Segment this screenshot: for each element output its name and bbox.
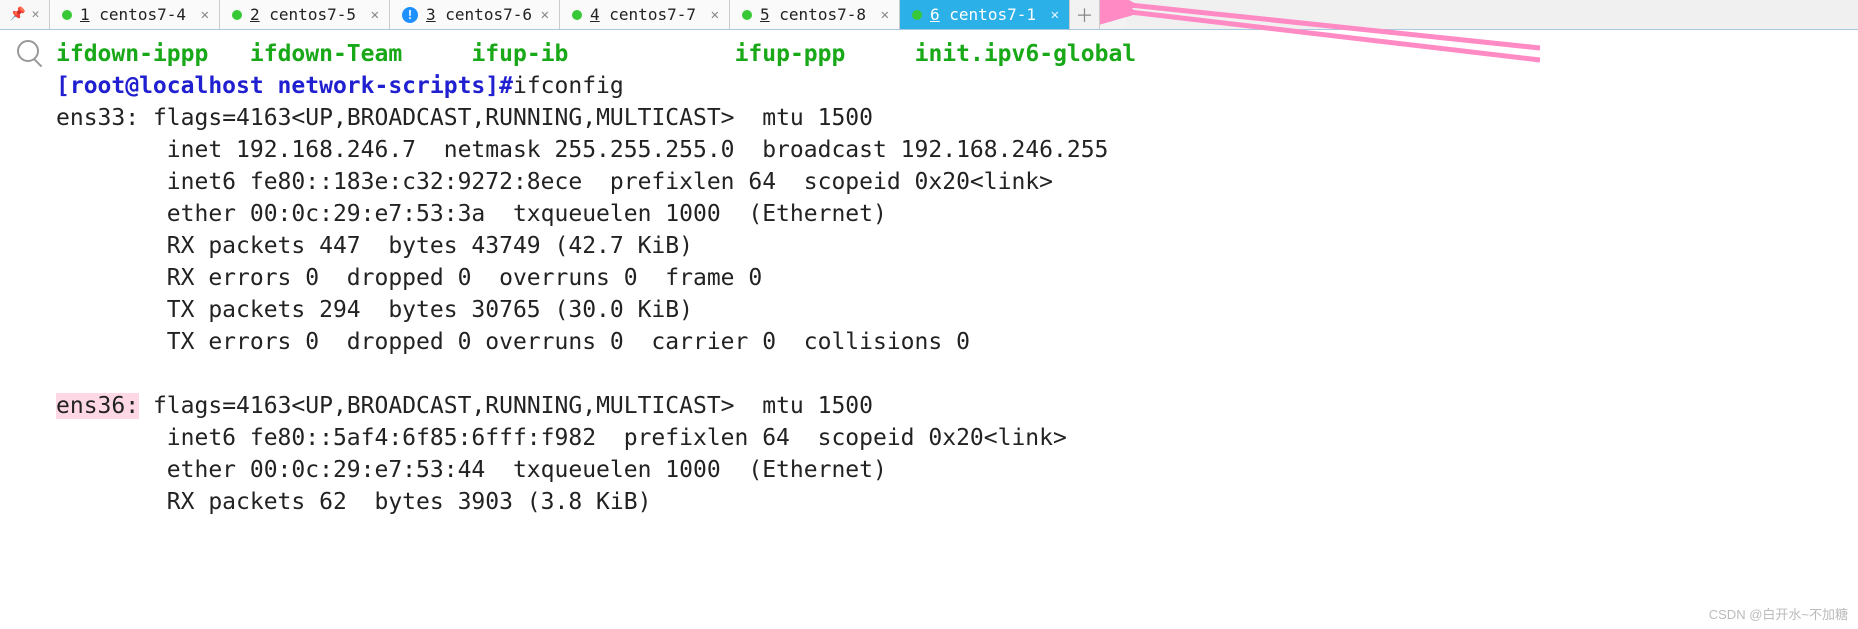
iface-line: RX packets 62 bytes 3903 (3.8 KiB) [167, 489, 652, 515]
tab-bar: 📌 ✕ 1 centos7-4 ✕ 2 centos7-5 ✕ ! 3 cent… [0, 0, 1858, 30]
status-dot-icon [572, 10, 582, 20]
tab-label: 1 centos7-4 [80, 5, 193, 24]
tab-centos7-1[interactable]: 6 centos7-1 ✕ [900, 0, 1070, 29]
close-icon[interactable]: ✕ [201, 7, 209, 23]
iface-line: ether 00:0c:29:e7:53:3a txqueuelen 1000 … [167, 201, 887, 227]
tab-centos7-8[interactable]: 5 centos7-8 ✕ [730, 0, 900, 29]
iface-line: inet 192.168.246.7 netmask 255.255.255.0… [167, 137, 1109, 163]
terminal-output[interactable]: ifdown-ippp ifdown-Team ifup-ib ifup-ppp… [56, 30, 1858, 629]
ls-entry: ifup-ib [471, 41, 568, 67]
close-icon[interactable]: ✕ [881, 7, 889, 23]
tab-label: 6 centos7-1 [930, 5, 1043, 24]
tab-centos7-6[interactable]: ! 3 centos7-6 ✕ [390, 0, 560, 29]
pin-icon: 📌 [9, 7, 25, 22]
tab-label: 4 centos7-7 [590, 5, 703, 24]
terminal-area: ifdown-ippp ifdown-Team ifup-ib ifup-ppp… [0, 30, 1858, 629]
tab-centos7-7[interactable]: 4 centos7-7 ✕ [560, 0, 730, 29]
iface-line: TX errors 0 dropped 0 overruns 0 carrier… [167, 329, 970, 355]
gutter [0, 30, 56, 629]
status-dot-icon [232, 10, 242, 20]
search-icon[interactable] [17, 40, 39, 62]
new-tab-button[interactable]: ＋ [1070, 0, 1100, 29]
tab-label: 3 centos7-6 [426, 5, 533, 24]
close-icon[interactable]: ✕ [371, 7, 379, 23]
ls-entry: init.ipv6-global [915, 41, 1137, 67]
iface-line: ether 00:0c:29:e7:53:44 txqueuelen 1000 … [167, 457, 887, 483]
iface-line: inet6 fe80::5af4:6f85:6fff:f982 prefixle… [167, 425, 1067, 451]
tab-centos7-4[interactable]: 1 centos7-4 ✕ [50, 0, 220, 29]
ls-entry: ifup-ppp [735, 41, 846, 67]
tab-label: 5 centos7-8 [760, 5, 873, 24]
shell-prompt: [root@localhost network-scripts]# [56, 73, 513, 99]
tab-dropdown-icon[interactable]: ▾ [1100, 0, 1126, 29]
iface-line: inet6 fe80::183e:c32:9272:8ece prefixlen… [167, 169, 1053, 195]
status-dot-icon [62, 10, 72, 20]
close-icon[interactable]: ✕ [1051, 7, 1059, 23]
tab-label: 2 centos7-5 [250, 5, 363, 24]
iface-line: TX packets 294 bytes 30765 (30.0 KiB) [167, 297, 693, 323]
watermark: CSDN @白开水~不加糖 [1709, 604, 1848, 623]
status-dot-icon [912, 10, 922, 20]
tab-centos7-5[interactable]: 2 centos7-5 ✕ [220, 0, 390, 29]
iface-name-highlighted: ens36: [56, 393, 139, 419]
iface-line: flags=4163<UP,BROADCAST,RUNNING,MULTICAS… [153, 105, 873, 131]
close-icon[interactable]: ✕ [541, 7, 549, 23]
iface-name: ens33: [56, 105, 139, 131]
status-dot-icon [742, 10, 752, 20]
iface-line: RX packets 447 bytes 43749 (42.7 KiB) [167, 233, 693, 259]
ls-entry: ifdown-ippp [56, 41, 208, 67]
close-icon[interactable]: ✕ [711, 7, 719, 23]
pin-tab[interactable]: 📌 ✕ [0, 0, 50, 29]
ls-entry: ifdown-Team [250, 41, 402, 67]
info-dot-icon: ! [402, 7, 418, 23]
iface-line: flags=4163<UP,BROADCAST,RUNNING,MULTICAS… [153, 393, 873, 419]
iface-line: RX errors 0 dropped 0 overruns 0 frame 0 [167, 265, 762, 291]
close-icon[interactable]: ✕ [32, 7, 40, 22]
command-text: ifconfig [513, 73, 624, 99]
